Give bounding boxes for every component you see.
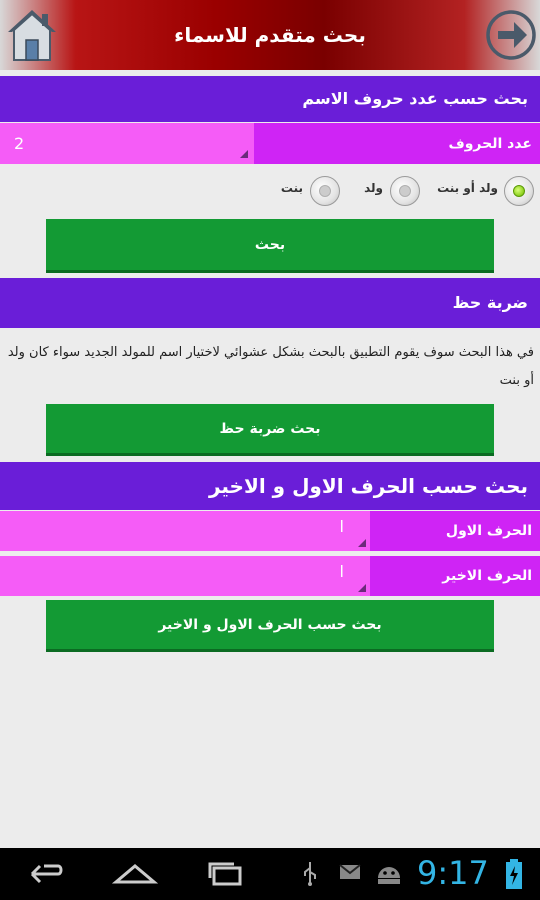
radio-selected-dot (513, 185, 525, 197)
app-header: بحث متقدم للاسماء (0, 0, 540, 70)
radio-label-boy: ولد (364, 181, 383, 195)
first-letter-spinner[interactable]: ا (0, 511, 370, 551)
search-button[interactable]: بحث (46, 219, 494, 273)
luck-description: في هذا البحث سوف يقوم التطبيق بالبحث بشك… (7, 345, 534, 388)
last-letter-label: الحرف الاخير (370, 556, 540, 596)
radio-boy-or-girl[interactable] (504, 176, 534, 206)
radio-dot (399, 185, 411, 197)
radio-girl[interactable] (310, 176, 340, 206)
last-letter-spinner[interactable]: ا (0, 556, 370, 596)
first-letter-value: ا (339, 517, 344, 536)
last-letter-row: ا الحرف الاخير (0, 556, 540, 596)
section-title-luck: ضربة حظ (0, 278, 540, 328)
letters-count-value: 2 (14, 134, 25, 153)
luck-search-button[interactable]: بحث ضربة حظ (46, 404, 494, 456)
arrow-right-circle-icon[interactable] (484, 8, 538, 62)
last-letter-value: ا (339, 562, 344, 581)
radio-label-boy-or-girl: ولد أو بنت (437, 181, 498, 195)
letters-count-label: عدد الحروف (254, 123, 540, 164)
first-letter-label: الحرف الاول (370, 511, 540, 551)
letters-count-row: 2 عدد الحروف (0, 123, 540, 164)
back-icon[interactable] (22, 858, 66, 890)
page-title: بحث متقدم للاسماء (174, 23, 366, 47)
spinner-arrow-icon (240, 150, 248, 158)
battery-charging-icon (506, 859, 522, 889)
recent-apps-icon[interactable] (204, 858, 248, 890)
section-title-first-last: بحث حسب الحرف الاول و الاخير (0, 462, 540, 510)
android-debug-icon (378, 867, 400, 884)
gmail-icon (339, 864, 361, 879)
letters-count-spinner[interactable]: 2 (0, 123, 254, 164)
radio-label-girl: بنت (280, 181, 303, 195)
spinner-arrow-icon (358, 584, 366, 592)
home-icon[interactable] (112, 858, 158, 890)
usb-icon (304, 862, 316, 886)
home-icon[interactable] (2, 4, 62, 64)
spinner-arrow-icon (358, 539, 366, 547)
gender-radio-group: ولد أو بنت ولد بنت (0, 173, 540, 209)
section-title-letters-count: بحث حسب عدد حروف الاسم (0, 76, 540, 122)
first-last-search-button[interactable]: بحث حسب الحرف الاول و الاخير (46, 600, 494, 652)
radio-boy[interactable] (390, 176, 420, 206)
system-nav-bar: 9:17 (0, 848, 540, 900)
status-clock: 9:17 (417, 854, 489, 892)
radio-dot (319, 185, 331, 197)
first-letter-row: ا الحرف الاول (0, 511, 540, 551)
